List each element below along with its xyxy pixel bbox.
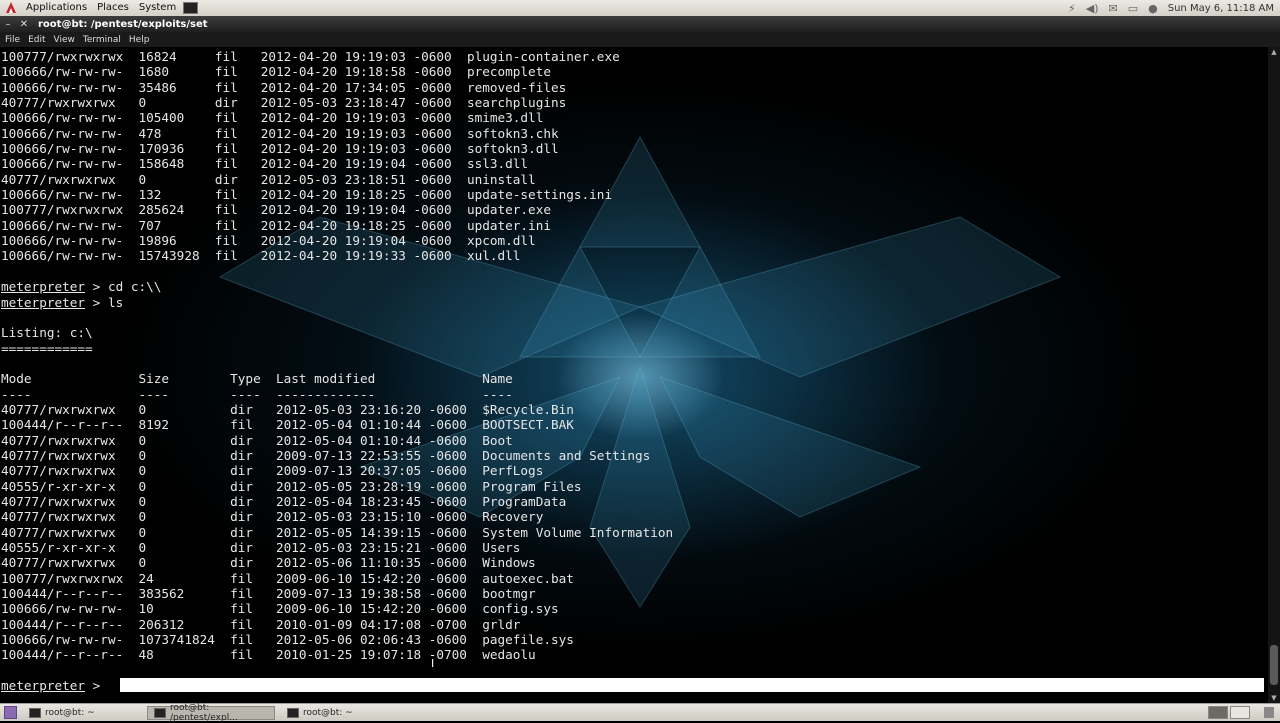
command-text: > ls [85,294,124,310]
command-input[interactable] [120,678,1264,692]
terminal-line: 100777/rwxrwxrwx 285624 fil 2012-04-20 1… [1,202,551,218]
prompt-label: meterpreter [1,678,86,694]
bottom-taskbar: root@bt: ~ root@bt: /pentest/expl... root@… [0,703,1280,723]
show-desktop-icon[interactable] [4,706,17,719]
terminal-line: 100666/rw-rw-rw- 478 fil 2012-04-20 19:1… [1,125,559,141]
scroll-up-icon[interactable]: ▲ [1268,47,1280,57]
system-menu[interactable]: System [134,0,181,16]
terminal-line: 100666/rw-rw-rw- 15743928 fil 2012-04-20… [1,248,521,264]
terminal-line: 40777/rwxrwxrwx 0 dir 2012-05-06 11:10:3… [1,555,536,571]
terminal-line: 100444/r--r--r-- 48 fil 2010-01-25 19:07… [1,647,536,663]
terminal-line: 100444/r--r--r-- 383562 fil 2009-07-13 1… [1,586,536,602]
terminal-line: ============ [1,340,93,356]
places-menu[interactable]: Places [92,0,134,16]
terminal-line: 40777/rwxrwxrwx 0 dir 2012-05-03 23:16:2… [1,401,574,417]
user-icon[interactable]: ● [1148,2,1158,15]
terminal-line: 40777/rwxrwxrwx 0 dir 2012-05-03 23:18:4… [1,95,567,111]
terminal-icon [154,707,166,718]
menu-help[interactable]: Help [126,35,153,45]
distro-logo-icon[interactable] [4,1,18,15]
taskbar-window-button[interactable]: root@bt: /pentest/expl... [147,703,275,723]
terminal-scrollbar[interactable]: ▲ ▼ [1268,47,1280,703]
terminal-line: 100777/rwxrwxrwx 24 fil 2009-06-10 15:42… [1,570,574,586]
scroll-down-icon[interactable]: ▼ [1268,693,1280,703]
close-icon[interactable]: ✕ [16,19,32,30]
scroll-thumb[interactable] [1270,645,1278,685]
terminal-line: 40555/r-xr-xr-x 0 dir 2012-05-03 23:15:2… [1,540,521,555]
network-icon[interactable]: ⚡ [1068,2,1076,15]
prompt-suffix: > [85,678,108,694]
text-cursor-icon: I [431,657,435,670]
menu-file[interactable]: File [2,35,23,45]
terminal-line: 40777/rwxrwxrwx 0 dir 2012-05-03 23:18:5… [1,171,536,187]
top-panel: Applications Places System ⚡ ◀) ✉ ▭ ● Su… [0,0,1280,17]
terminal-line: 100666/rw-rw-rw- 158648 fil 2012-04-20 1… [1,156,529,172]
terminal-line: ---- ---- ---- ------------- ---- [1,386,513,402]
terminal-line: 100666/rw-rw-rw- 1680 fil 2012-04-20 19:… [1,64,551,80]
terminal-line: 40555/r-xr-xr-x 0 dir 2012-05-05 23:28:1… [1,478,582,494]
taskbar-window-button[interactable]: root@bt: ~ [23,706,141,720]
menu-edit[interactable]: Edit [25,35,48,45]
mail-icon[interactable]: ✉ [1109,2,1118,15]
power-icon[interactable]: ▭ [1128,2,1138,15]
window-titlebar[interactable]: – ✕ root@bt: /pentest/exploits/set [0,16,1280,32]
terminal-line: meterpreter > cd c:\\ [1,279,673,294]
terminal-line: 100666/rw-rw-rw- 35486 fil 2012-04-20 17… [1,79,567,95]
terminal-line: 40777/rwxrwxrwx 0 dir 2012-05-04 01:10:4… [1,432,513,448]
terminal-lines: 100777/rwxrwxrwx 16824 fil 2012-04-20 19… [1,49,673,693]
terminal-line: 100666/rw-rw-rw- 707 fil 2012-04-20 19:1… [1,217,551,233]
terminal-line: 100666/rw-rw-rw- 105400 fil 2012-04-20 1… [1,110,544,126]
terminal-line: 100444/r--r--r-- 206312 fil 2010-01-09 0… [1,616,521,632]
terminal-icon [29,707,41,718]
terminal-line: 40777/rwxrwxrwx 0 dir 2009-07-13 22:53:5… [1,447,651,463]
prompt-label: meterpreter [1,294,86,310]
terminal-line: 40777/rwxrwxrwx 0 dir 2012-05-05 14:39:1… [1,524,674,540]
terminal-line: 100666/rw-rw-rw- 170936 fil 2012-04-20 1… [1,141,559,157]
terminal-output[interactable]: 100777/rwxrwxrwx 16824 fil 2012-04-20 19… [0,47,1268,703]
taskbar-window-label: root@bt: ~ [303,707,353,718]
clock[interactable]: Sun May 6, 11:18 AM [1168,3,1274,14]
taskbar-window-label: root@bt: ~ [45,707,95,718]
workspace-2[interactable] [1230,706,1250,719]
window-title: root@bt: /pentest/exploits/set [38,18,208,30]
applications-menu[interactable]: Applications [21,0,92,16]
terminal-launcher-icon[interactable] [183,2,199,14]
terminal-icon [287,707,299,718]
workspace-1[interactable] [1208,706,1228,719]
terminal-line: 100666/rw-rw-rw- 10 fil 2009-06-10 15:42… [1,601,559,617]
command-text: > cd c:\\ [85,279,162,295]
window-menu-icon[interactable]: – [0,19,16,30]
system-tray: ⚡ ◀) ✉ ▭ ● Sun May 6, 11:18 AM [1068,2,1280,15]
terminal-line: 100666/rw-rw-rw- 132 fil 2012-04-20 19:1… [1,187,613,203]
trash-icon[interactable] [1264,707,1274,718]
terminal-line: 40777/rwxrwxrwx 0 dir 2009-07-13 20:37:0… [1,463,544,479]
workspace-switcher[interactable] [1208,706,1250,719]
terminal-menubar: File Edit View Terminal Help [0,32,1280,47]
menu-view[interactable]: View [51,35,78,45]
prompt-label: meterpreter [1,279,86,295]
terminal-line: 40777/rwxrwxrwx 0 dir 2012-05-04 18:23:4… [1,493,567,509]
menu-terminal[interactable]: Terminal [80,35,124,45]
terminal-line: 100777/rwxrwxrwx 16824 fil 2012-04-20 19… [1,49,620,64]
terminal-line: Listing: c:\ [1,325,93,341]
terminal-line: 100444/r--r--r-- 8192 fil 2012-05-04 01:… [1,417,574,433]
taskbar-window-button[interactable]: root@bt: ~ [281,706,399,720]
task-list: root@bt: ~ root@bt: /pentest/expl... root@… [23,703,405,723]
volume-icon[interactable]: ◀) [1086,2,1099,15]
terminal-line: 100666/rw-rw-rw- 1073741824 fil 2012-05-… [1,632,574,648]
terminal-line: Mode Size Type Last modified Name [1,371,513,387]
terminal-line: meterpreter > ls [1,295,673,310]
terminal-line: 40777/rwxrwxrwx 0 dir 2012-05-03 23:15:1… [1,509,544,525]
terminal-line: 100666/rw-rw-rw- 19896 fil 2012-04-20 19… [1,233,536,249]
